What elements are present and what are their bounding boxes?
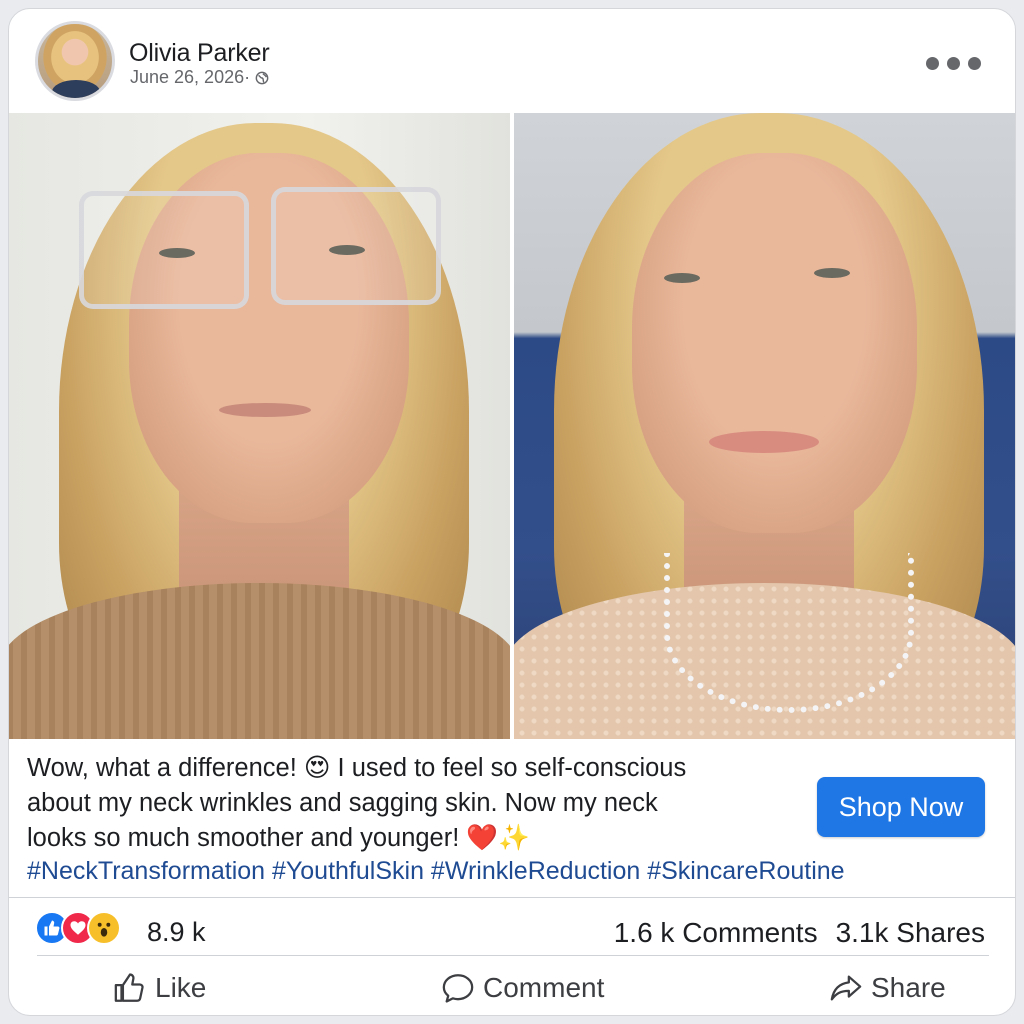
before-after-photos[interactable]	[9, 113, 1015, 739]
post-actions: Like Comment Share	[9, 959, 1015, 1015]
more-options-icon[interactable]	[921, 53, 985, 73]
post-header: Olivia Parker June 26, 2026·	[9, 9, 1015, 113]
caption-line: about my neck wrinkles and sagging skin.…	[27, 789, 658, 817]
reaction-count[interactable]: 8.9 k	[147, 917, 206, 948]
share-button[interactable]: Share	[829, 971, 946, 1005]
post-caption: Wow, what a difference! 😍 I used to feel…	[27, 751, 817, 856]
before-photo[interactable]	[9, 113, 510, 739]
share-icon	[830, 975, 862, 1001]
social-post-card: Olivia Parker June 26, 2026· Wow, what a…	[8, 8, 1016, 1016]
comment-share-counts: 1.6 k Comments 3.1k Shares	[614, 917, 985, 949]
wow-reaction-icon	[87, 911, 121, 945]
shop-now-button[interactable]: Shop Now	[817, 777, 985, 837]
caption-line: looks so much smoother and younger! ❤️✨	[27, 824, 530, 852]
author-avatar[interactable]	[35, 21, 115, 101]
reaction-icons[interactable]	[35, 911, 121, 945]
comment-icon	[442, 974, 474, 1003]
divider	[37, 955, 989, 956]
like-label: Like	[155, 972, 207, 1003]
after-photo[interactable]	[514, 113, 1015, 739]
author-name[interactable]: Olivia Parker	[129, 39, 270, 68]
engagement-stats: 8.9 k 1.6 k Comments 3.1k Shares	[9, 899, 1015, 955]
shares-count[interactable]: 3.1k Shares	[836, 917, 985, 949]
hashtag-links[interactable]: #NeckTransformation #YouthfulSkin #Wrink…	[27, 857, 845, 886]
thumbs-up-icon	[114, 973, 144, 1002]
comment-label: Comment	[483, 972, 605, 1003]
comment-button[interactable]: Comment	[441, 971, 604, 1005]
share-label: Share	[871, 972, 946, 1003]
caption-line: Wow, what a difference! 😍 I used to feel…	[27, 754, 687, 782]
post-meta: June 26, 2026·	[130, 67, 269, 88]
post-date[interactable]: June 26, 2026·	[130, 67, 250, 88]
divider	[9, 897, 1015, 898]
comments-count[interactable]: 1.6 k Comments	[614, 917, 818, 949]
globe-icon	[255, 71, 269, 84]
like-button[interactable]: Like	[113, 971, 206, 1005]
